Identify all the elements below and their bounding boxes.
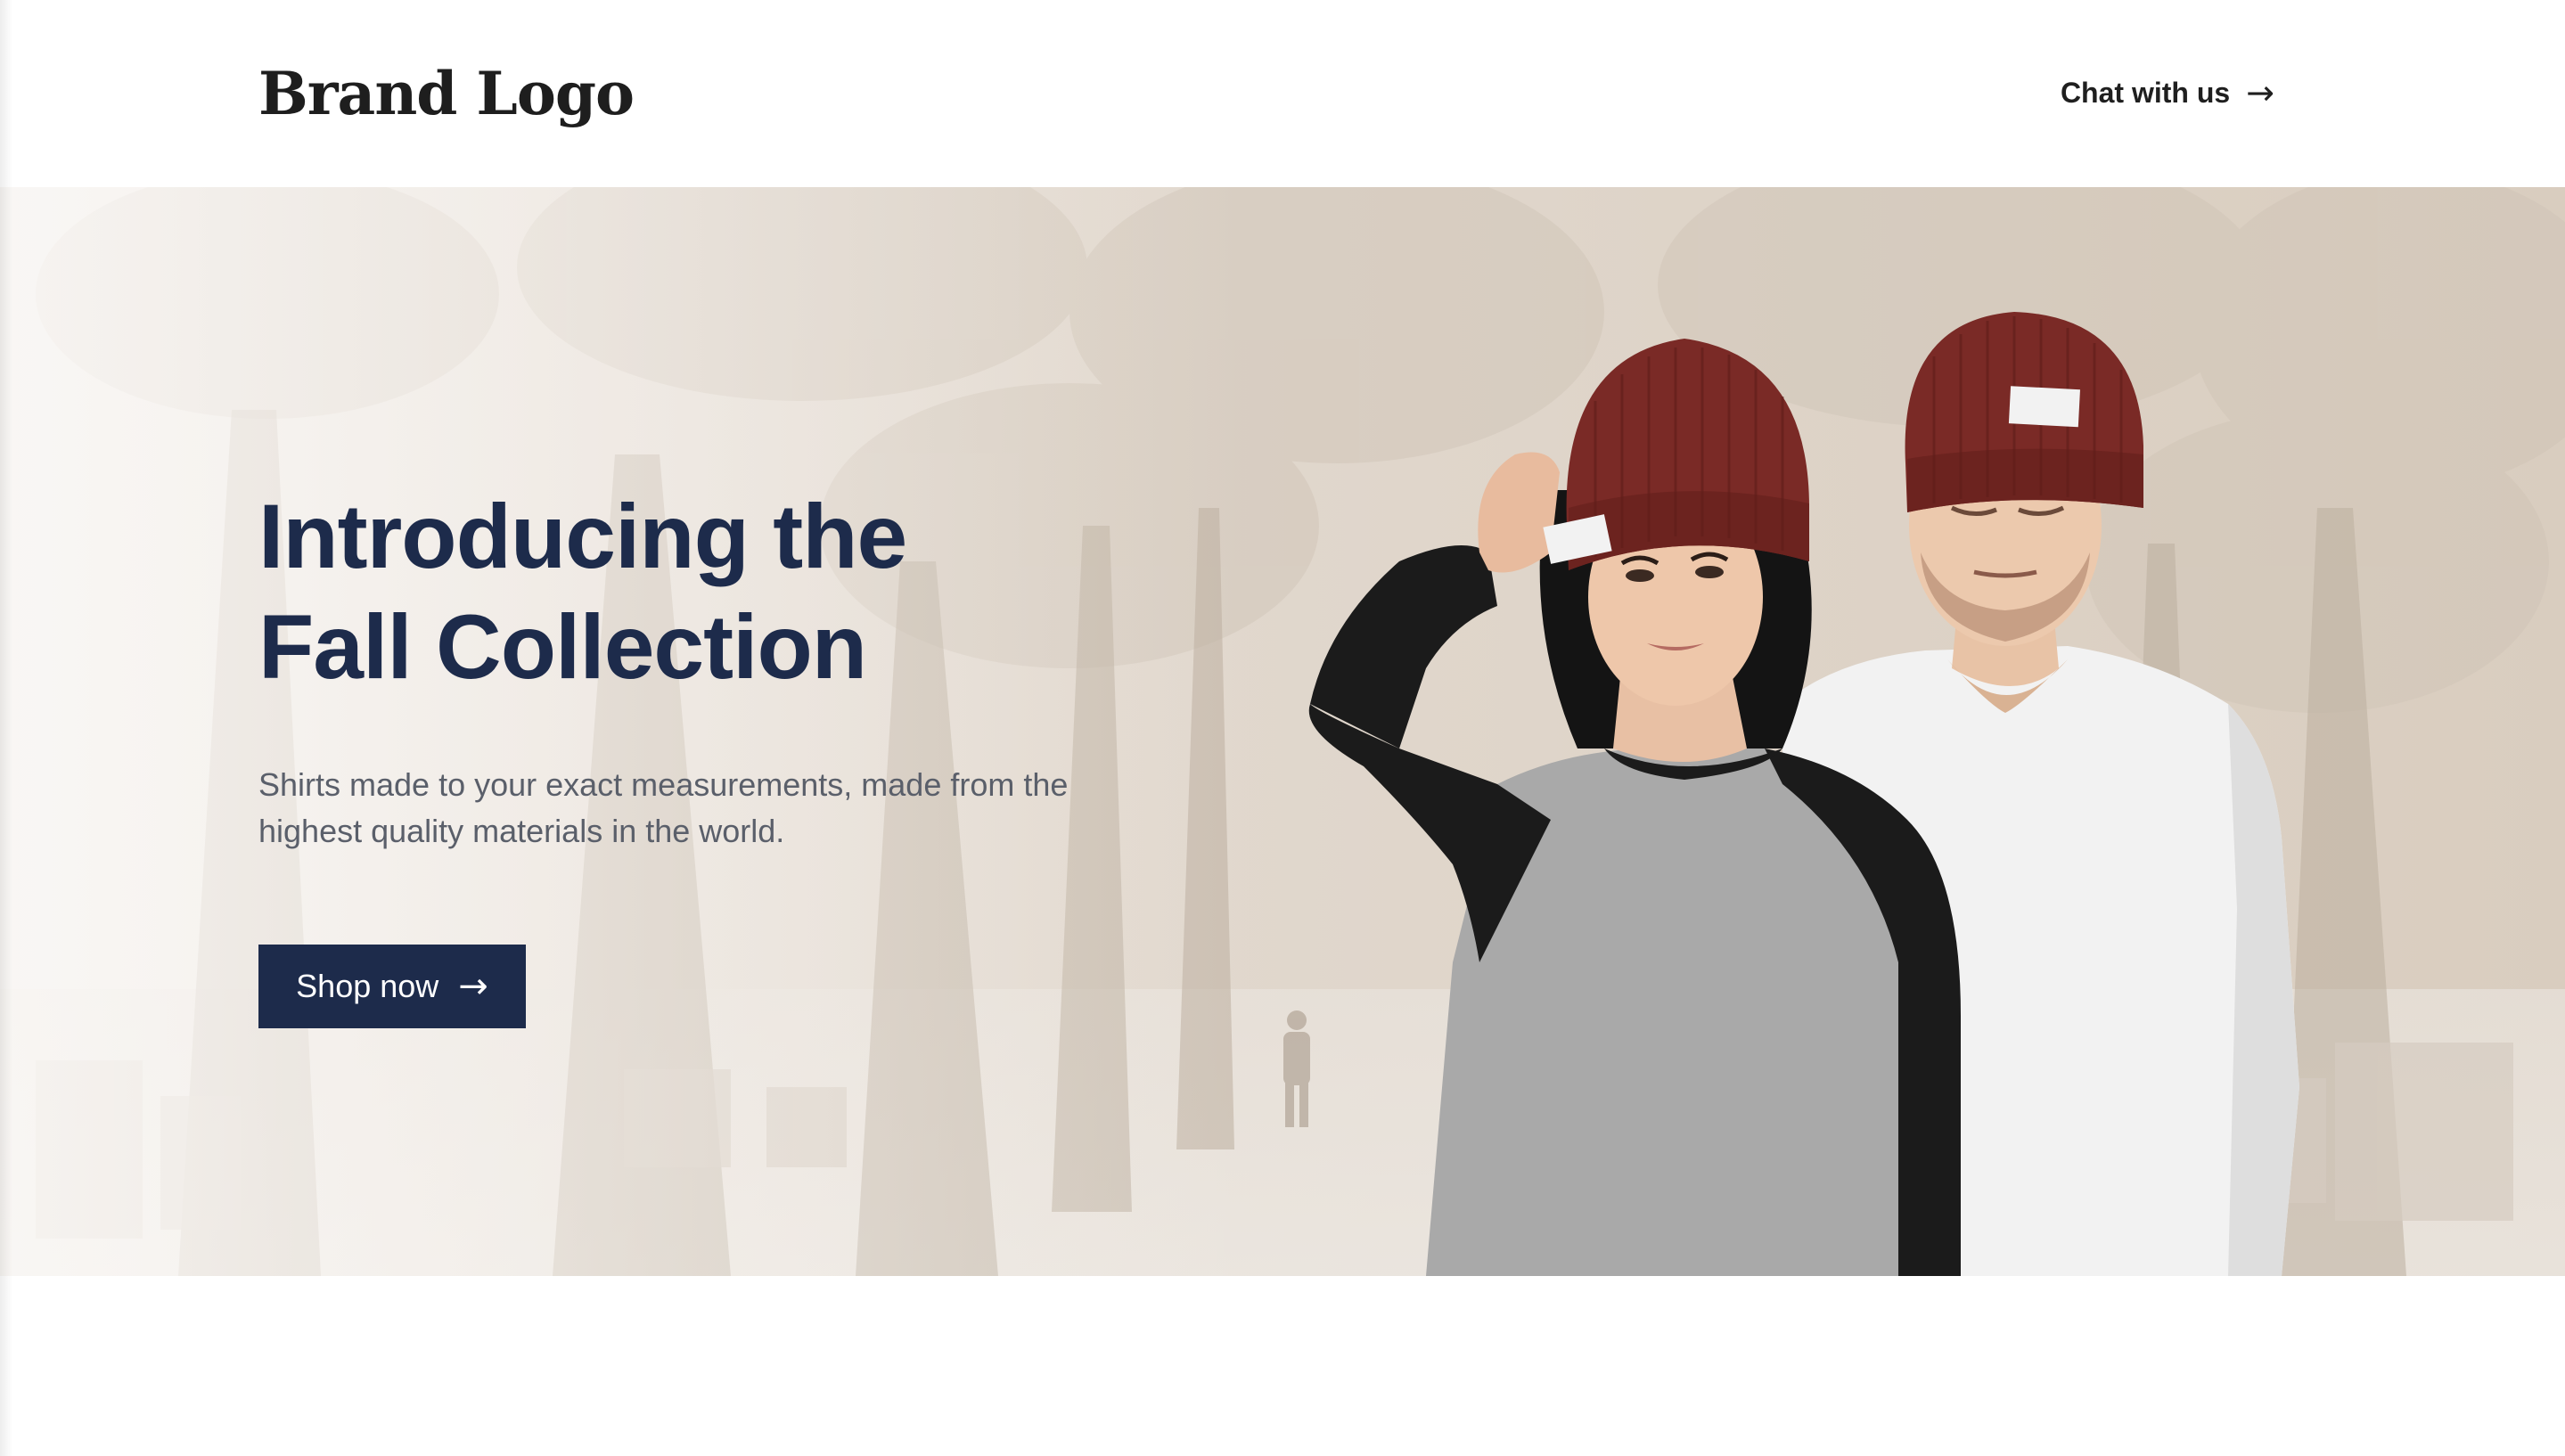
page-edge-shadow [0, 0, 12, 1456]
shop-now-label: Shop now [296, 968, 439, 1004]
shop-now-button[interactable]: Shop now → [258, 945, 526, 1028]
woman-model [1308, 339, 1961, 1276]
brand-logo[interactable]: Brand Logo [258, 53, 635, 134]
chat-with-us-link[interactable]: Chat with us → [2061, 66, 2274, 119]
arrow-right-icon: → [458, 966, 488, 1007]
arrow-right-icon: → [2246, 73, 2274, 112]
below-hero-area [0, 1276, 2565, 1456]
models-image [1308, 312, 2299, 1276]
hero-title-line-1: Introducing the [258, 486, 907, 587]
hero-title-line-2: Fall Collection [258, 596, 867, 698]
hero-title: Introducing the Fall Collection [258, 481, 907, 702]
chat-link-label: Chat with us [2060, 77, 2231, 109]
hero-subtitle: Shirts made to your exact measurements, … [258, 766, 1069, 849]
hero-section: Introducing the Fall Collection Shirts m… [0, 187, 2565, 1276]
hero-text-overlay [0, 187, 1248, 1276]
site-header: Brand Logo Chat with us → [0, 0, 2565, 187]
